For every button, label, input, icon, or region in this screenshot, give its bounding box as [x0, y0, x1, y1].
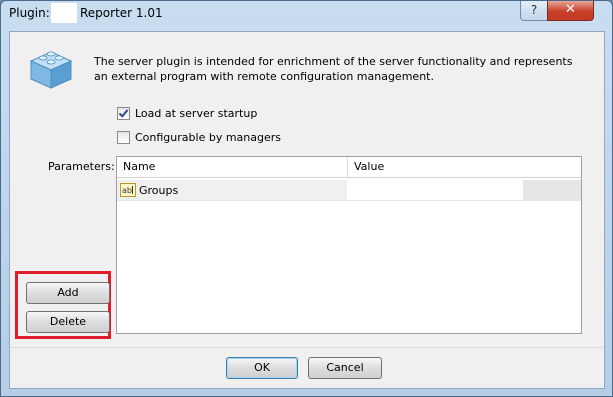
help-button[interactable]: ?	[520, 1, 548, 21]
parameter-value-cell[interactable]	[348, 180, 522, 200]
svg-text:ab: ab	[122, 186, 132, 195]
column-header-value[interactable]: Value	[348, 157, 580, 177]
table-row[interactable]: ab Groups	[117, 180, 581, 201]
parameter-name-cell[interactable]: ab Groups	[117, 180, 347, 200]
column-header-name[interactable]: Name	[117, 157, 348, 177]
dialog-body: The server plugin is intended for enrich…	[9, 31, 605, 389]
load-at-startup-checkbox[interactable]	[117, 107, 130, 120]
plugin-dialog: Plugin: Reporter 1.01 ? ✕ The server plu…	[0, 0, 613, 397]
string-type-icon: ab	[120, 183, 136, 197]
delete-button[interactable]: Delete	[26, 311, 110, 333]
parameters-label: Parameters:	[48, 160, 115, 173]
dialog-footer: OK Cancel	[10, 347, 604, 388]
parameter-name: Groups	[139, 183, 179, 197]
load-at-startup-label[interactable]: Load at server startup	[135, 107, 257, 120]
configurable-by-managers-label[interactable]: Configurable by managers	[135, 131, 281, 144]
add-button[interactable]: Add	[26, 282, 110, 304]
title-blank-field	[51, 3, 77, 23]
parameters-grid[interactable]: Name Value ab Groups	[116, 156, 582, 334]
ok-button[interactable]: OK	[226, 357, 298, 379]
grid-header: Name Value	[117, 157, 581, 178]
configurable-by-managers-checkbox[interactable]	[117, 131, 130, 144]
load-at-startup-option[interactable]: Load at server startup	[117, 107, 257, 120]
window-title-name: Reporter 1.01	[80, 6, 163, 20]
plugin-puzzle-icon	[29, 51, 73, 89]
plugin-description: The server plugin is intended for enrich…	[94, 55, 573, 83]
configurable-by-managers-option[interactable]: Configurable by managers	[117, 131, 281, 144]
title-bar[interactable]: Plugin: Reporter 1.01 ? ✕	[1, 1, 612, 25]
window-title-label: Plugin:	[9, 6, 50, 20]
close-button[interactable]: ✕	[547, 1, 594, 21]
row-filler	[523, 180, 581, 200]
cancel-button[interactable]: Cancel	[308, 357, 382, 379]
